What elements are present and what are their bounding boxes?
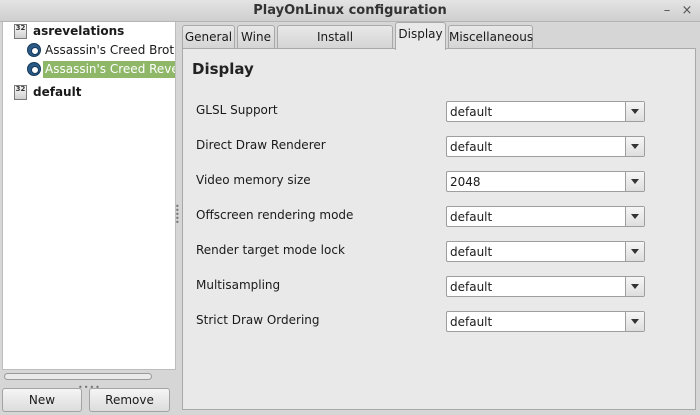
panel-heading: Display (192, 60, 254, 78)
tab-miscellaneous[interactable]: Miscellaneous (448, 25, 533, 49)
tab-install-components[interactable]: Install components (277, 25, 393, 66)
prefix-tree: 32 asrevelations Assassin's Creed Brothe… (2, 22, 176, 370)
tree-prefix-default[interactable]: 32 default (3, 83, 175, 102)
display-panel: Display GLSL Support default Direct Draw… (182, 48, 696, 410)
render-target-mode-lock-select[interactable]: default (446, 241, 645, 262)
title-bar: PlayOnLinux configuration – × (0, 0, 700, 22)
glsl-support-select[interactable]: default (446, 101, 645, 122)
select-value: 2048 (450, 175, 481, 189)
render-target-mode-lock-label: Render target mode lock (196, 243, 345, 257)
select-value: default (450, 280, 493, 294)
select-value: default (450, 140, 493, 154)
select-value: default (450, 105, 493, 119)
window-title: PlayOnLinux configuration (253, 3, 447, 18)
glsl-support-label: GLSL Support (196, 103, 278, 117)
chevron-down-icon[interactable] (625, 172, 644, 191)
new-button[interactable]: New (2, 388, 82, 412)
tree-horizontal-scrollbar[interactable] (2, 372, 176, 381)
tab-display[interactable]: Display (395, 22, 446, 50)
chevron-down-icon[interactable] (625, 102, 644, 121)
tree-item-brotherhood[interactable]: Assassin's Creed Brotherhood (3, 41, 175, 60)
strict-draw-ordering-label: Strict Draw Ordering (196, 313, 320, 327)
prefix-32bit-icon: 32 (14, 85, 27, 100)
prefix-32bit-icon: 32 (14, 24, 27, 39)
tree-prefix-asrevelations[interactable]: 32 asrevelations (3, 22, 175, 41)
prefix-name: default (33, 85, 82, 99)
strict-draw-ordering-select[interactable]: default (446, 311, 645, 332)
steam-icon (27, 43, 41, 57)
tree-item-label: Assassin's Creed Brotherhood (45, 43, 175, 57)
tab-general[interactable]: General (182, 25, 235, 49)
video-memory-size-select[interactable]: 2048 (446, 171, 645, 192)
prefix-sidebar: 32 asrevelations Assassin's Creed Brothe… (0, 22, 176, 415)
splitter-grip[interactable]: • • • • • (175, 203, 180, 227)
tree-item-label-selected: Assassin's Creed Revelations (43, 61, 175, 78)
chevron-down-icon[interactable] (625, 277, 644, 296)
select-value: default (450, 245, 493, 259)
chevron-down-icon[interactable] (625, 137, 644, 156)
offscreen-rendering-mode-select[interactable]: default (446, 206, 645, 227)
prefix-name: asrevelations (33, 24, 125, 38)
steam-icon (27, 62, 41, 76)
chevron-down-icon[interactable] (625, 312, 644, 331)
select-value: default (450, 210, 493, 224)
select-value: default (450, 315, 493, 329)
offscreen-rendering-mode-label: Offscreen rendering mode (196, 208, 354, 222)
chevron-down-icon[interactable] (625, 242, 644, 261)
tab-wine[interactable]: Wine (237, 25, 275, 49)
close-button[interactable]: × (678, 2, 696, 20)
multisampling-select[interactable]: default (446, 276, 645, 297)
scrollbar-thumb[interactable] (4, 373, 152, 380)
chevron-down-icon[interactable] (625, 207, 644, 226)
remove-button[interactable]: Remove (89, 388, 170, 412)
direct-draw-renderer-label: Direct Draw Renderer (196, 138, 326, 152)
multisampling-label: Multisampling (196, 278, 281, 292)
minimize-button[interactable]: – (658, 2, 676, 20)
direct-draw-renderer-select[interactable]: default (446, 136, 645, 157)
tree-item-revelations[interactable]: Assassin's Creed Revelations (3, 60, 175, 79)
video-memory-size-label: Video memory size (196, 173, 311, 187)
